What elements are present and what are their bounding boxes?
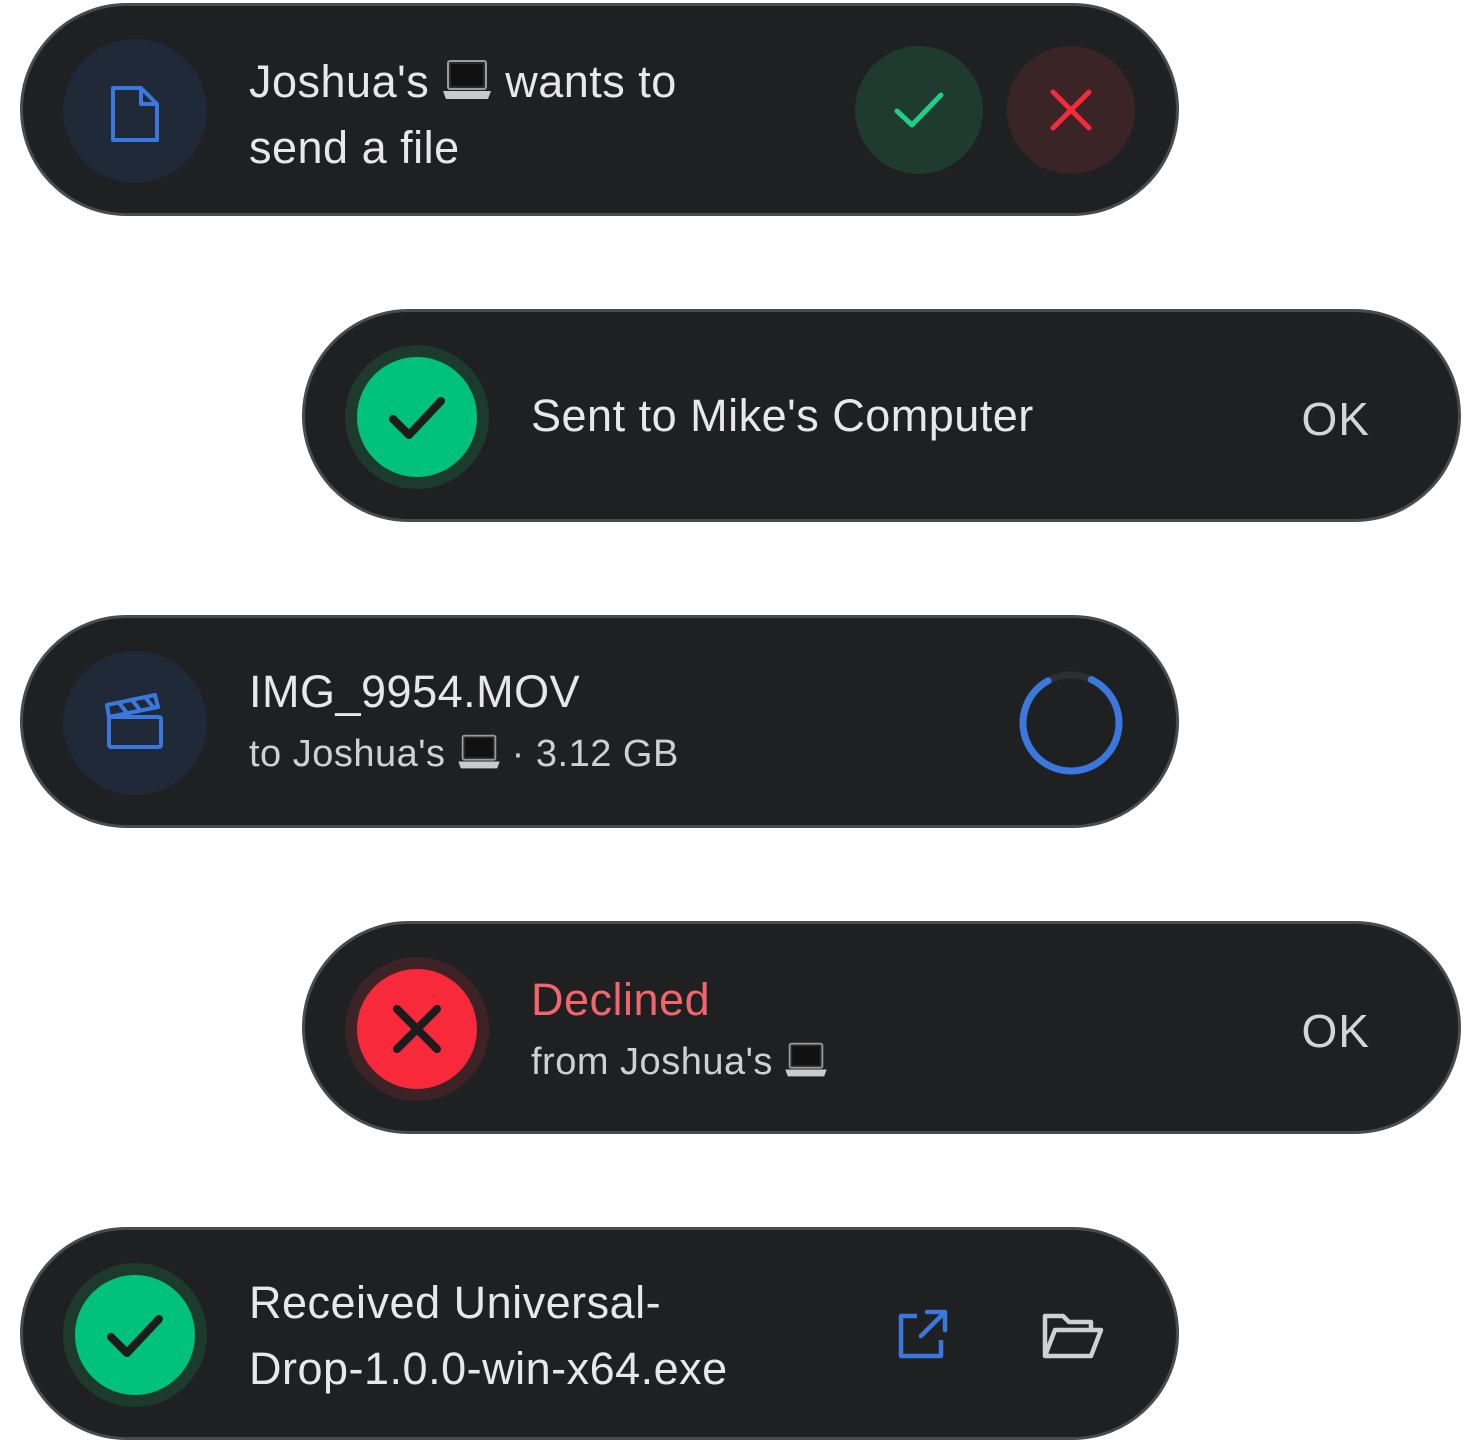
success-badge: [345, 345, 489, 489]
error-badge: [345, 957, 489, 1101]
incoming-action: wants to: [505, 56, 677, 107]
declined-detail: from Joshua's: [531, 1034, 828, 1090]
open-file-button[interactable]: [895, 1306, 951, 1367]
transfer-recipient: to Joshua's: [249, 733, 446, 775]
incoming-sender: Joshua's: [249, 56, 430, 107]
x-icon: [1050, 89, 1092, 131]
file-name: IMG_9954.MOV: [249, 666, 581, 717]
success-badge: [63, 1263, 207, 1407]
transfer-info: IMG_9954.MOV to Joshua's · 3.12 GB: [249, 658, 679, 782]
laptop-icon: [785, 1042, 827, 1077]
open-folder-button[interactable]: [1041, 1310, 1105, 1367]
accept-button[interactable]: [855, 46, 983, 174]
ok-button[interactable]: OK: [1302, 386, 1370, 452]
check-icon: [894, 92, 944, 128]
received-message: Received Universal- Drop-1.0.0-win-x64.e…: [249, 1270, 728, 1402]
clapperboard-icon: [105, 693, 163, 749]
progress-spinner: [1019, 671, 1123, 775]
progress-arc: [1019, 671, 1123, 775]
declined-title: Declined: [531, 974, 711, 1025]
declined-sender: from Joshua's: [531, 1041, 773, 1083]
sent-toast: Sent to Mike's Computer OK: [302, 309, 1461, 522]
check-icon: [389, 397, 445, 439]
incoming-file-toast: Joshua's wants to send a file: [20, 3, 1179, 216]
laptop-icon: [457, 734, 500, 769]
received-line2: Drop-1.0.0-win-x64.exe: [249, 1343, 728, 1394]
declined-info: Declined from Joshua's: [531, 966, 828, 1090]
decline-button[interactable]: [1007, 46, 1135, 174]
sent-message: Sent to Mike's Computer: [531, 390, 1034, 441]
incoming-message: Joshua's wants to send a file: [249, 49, 677, 181]
transfer-toast: IMG_9954.MOV to Joshua's · 3.12 GB: [20, 615, 1179, 828]
transfer-detail: to Joshua's · 3.12 GB: [249, 726, 679, 782]
received-toast: Received Universal- Drop-1.0.0-win-x64.e…: [20, 1227, 1179, 1440]
received-line1: Received Universal-: [249, 1277, 662, 1328]
external-link-icon: [898, 1309, 948, 1359]
file-icon: [111, 86, 159, 142]
folder-open-icon: [1042, 1313, 1104, 1359]
transfer-size: · 3.12 GB: [511, 733, 679, 775]
ok-button[interactable]: OK: [1302, 998, 1370, 1064]
incoming-line2: send a file: [249, 122, 460, 173]
laptop-icon: [443, 60, 492, 99]
video-icon-badge: [63, 651, 207, 795]
x-icon: [393, 1005, 441, 1053]
check-icon: [107, 1315, 163, 1357]
declined-toast: Declined from Joshua's OK: [302, 921, 1461, 1134]
file-icon-badge: [63, 39, 207, 183]
